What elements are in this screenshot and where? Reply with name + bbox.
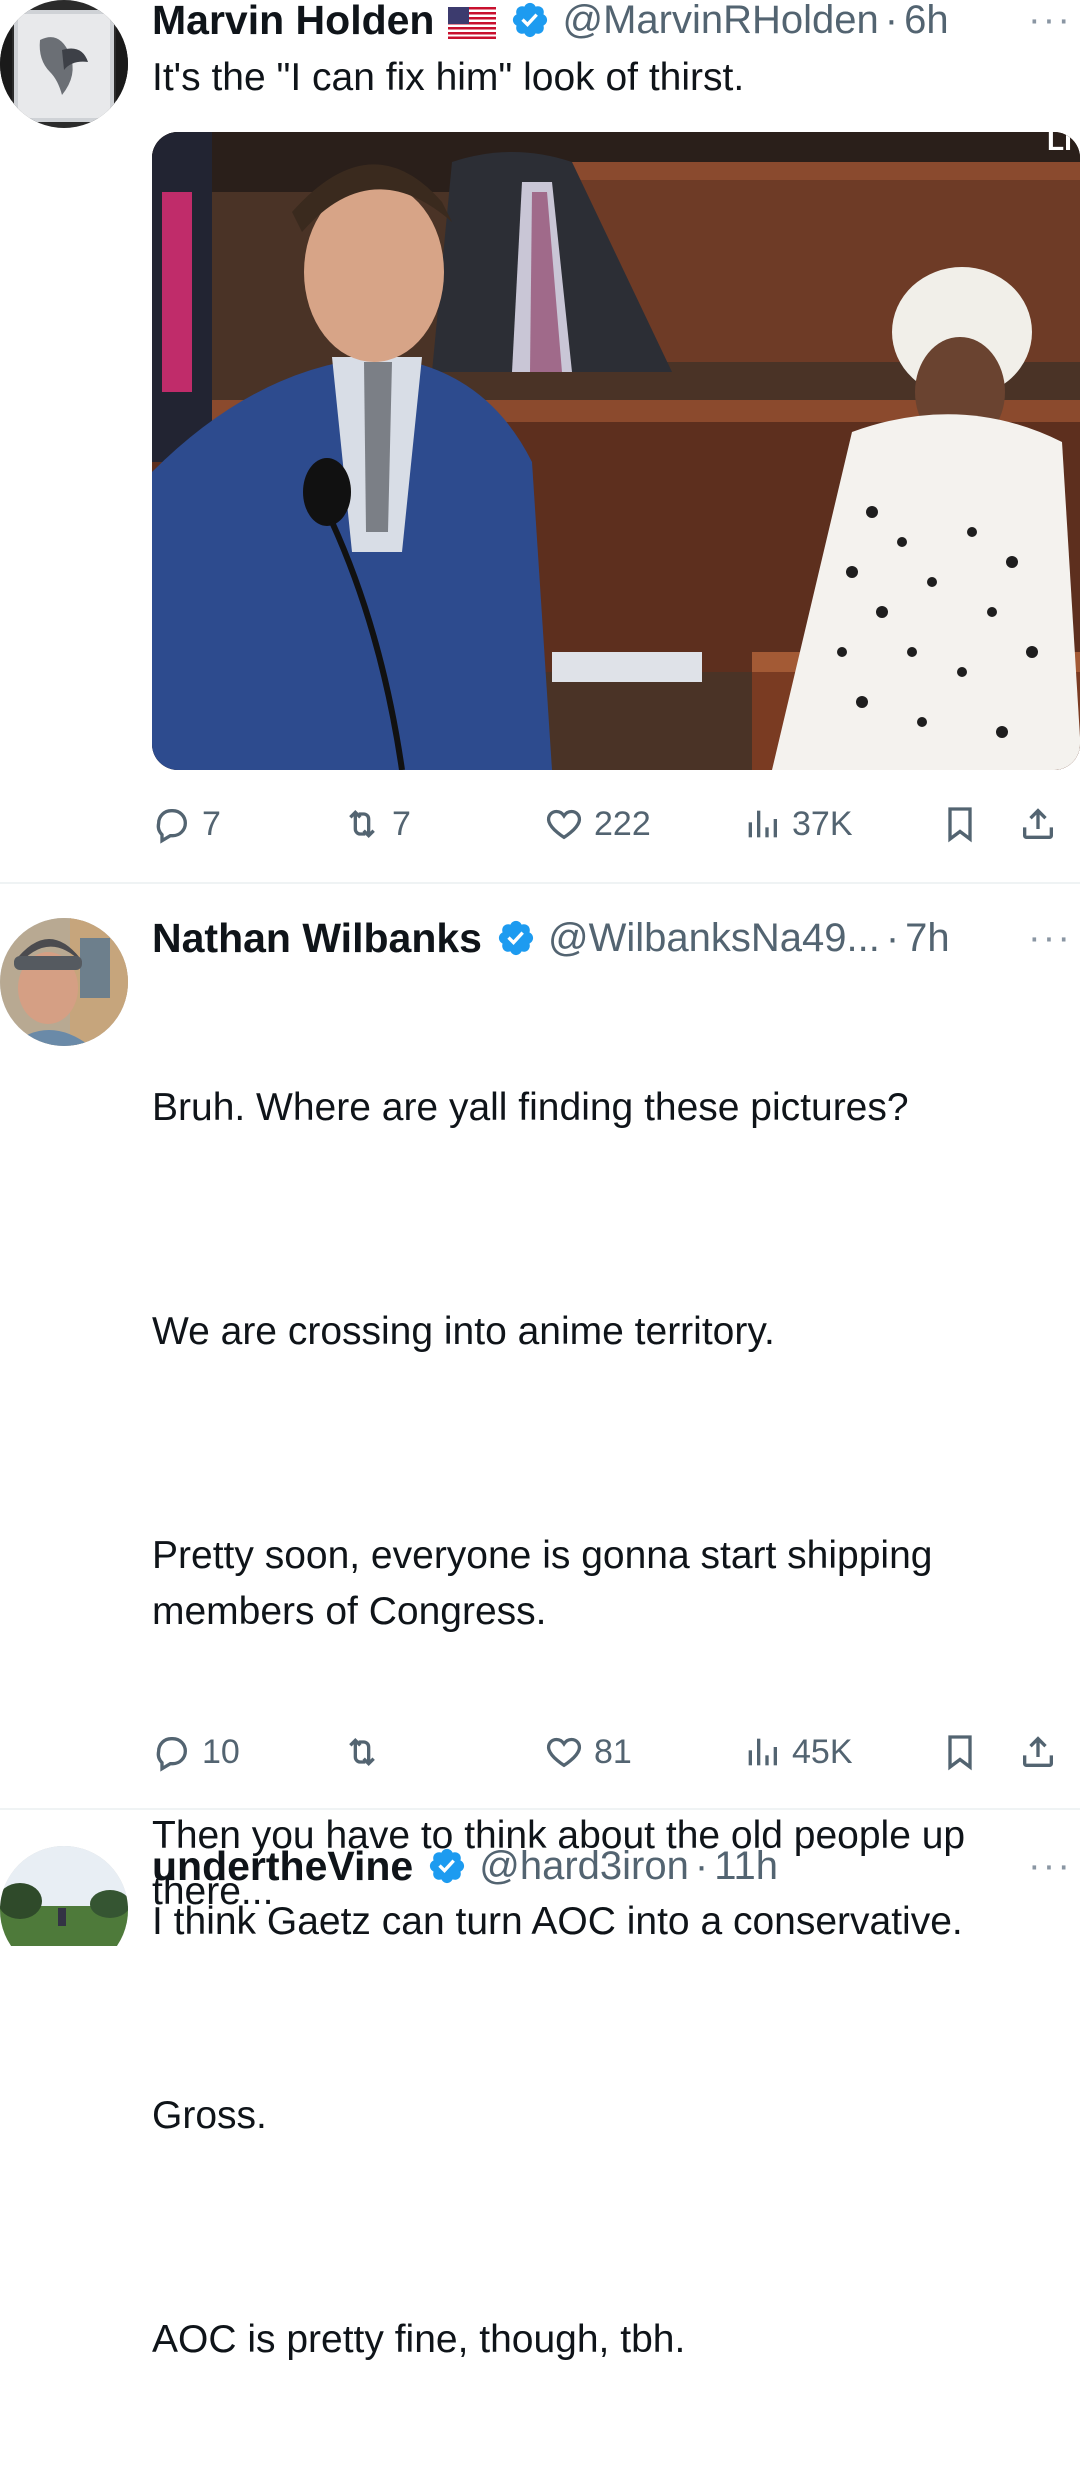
retweet-button[interactable]	[342, 1724, 392, 1780]
verified-badge-icon	[510, 0, 550, 40]
tweet-1[interactable]: Marvin Holden @MarvinRHolden · 6h ··· It…	[0, 0, 1080, 884]
view-count: 37K	[792, 804, 853, 843]
author-name[interactable]: Nathan Wilbanks	[152, 915, 482, 962]
author-name[interactable]: undertheVine	[152, 1843, 413, 1890]
tweet-paragraph: Pretty soon, everyone is gonna start shi…	[152, 1534, 944, 1633]
author-handle[interactable]: @MarvinRHolden	[562, 0, 878, 43]
tweet-paragraph: AOC is pretty fine, though, tbh.	[152, 2318, 686, 2361]
tweet-image[interactable]: LI	[152, 132, 1080, 770]
reply-count: 10	[202, 1732, 240, 1771]
separator-dot: ·	[694, 1843, 709, 1888]
tweet-header: Nathan Wilbanks @WilbanksNa49... · 7h ··…	[152, 912, 1080, 964]
views-icon	[748, 1738, 777, 1766]
separator-dot: ·	[884, 0, 899, 42]
tweet-time[interactable]: 6h	[904, 0, 949, 43]
view-count: 45K	[792, 1732, 853, 1771]
like-button[interactable]: 222	[544, 796, 651, 852]
like-icon	[546, 809, 582, 840]
author-handle[interactable]: @hard3iron	[479, 1844, 689, 1889]
tweet-header: undertheVine @hard3iron · 11h ···	[152, 1840, 1080, 1892]
house-floor-photo: LI	[152, 132, 1080, 770]
views-button[interactable]: 45K	[742, 1724, 853, 1780]
retweet-icon	[349, 1737, 375, 1767]
separator-dot: ·	[885, 915, 900, 960]
retweet-button[interactable]: 7	[342, 796, 411, 852]
reply-button[interactable]: 10	[152, 1724, 240, 1780]
tweet-actions: 7 7 222 37K	[152, 796, 1062, 852]
verified-badge-icon	[427, 1846, 467, 1886]
tweet-text: I think Gaetz can turn AOC into a conser…	[152, 1900, 963, 1943]
reply-icon	[156, 809, 188, 844]
retweet-count: 7	[392, 804, 411, 843]
avatar-underthevine[interactable]	[0, 1846, 128, 1946]
tweet-2[interactable]: Nathan Wilbanks @WilbanksNa49... · 7h ··…	[0, 884, 1080, 2361]
author-name[interactable]: Marvin Holden	[152, 0, 434, 44]
bookmark-button[interactable]	[940, 1724, 980, 1780]
like-count: 222	[594, 804, 651, 843]
avatar-nathan-wilbanks[interactable]	[0, 918, 128, 1046]
tweet-paragraph: Gross.	[152, 2094, 267, 2137]
tweet-paragraph: Bruh. Where are yall finding these pictu…	[152, 1086, 909, 1129]
tweet-time[interactable]: 7h	[905, 916, 950, 961]
reply-icon	[156, 1737, 188, 1772]
like-icon	[546, 1737, 582, 1768]
author-handle[interactable]: @WilbanksNa49...	[548, 916, 880, 961]
tweet-3[interactable]: undertheVine @hard3iron · 11h ··· I thin…	[0, 1810, 1080, 1946]
more-icon[interactable]: ···	[1028, 0, 1072, 42]
more-icon[interactable]: ···	[1028, 917, 1072, 960]
tweet-header: Marvin Holden @MarvinRHolden · 6h ···	[152, 0, 1080, 46]
avatar-marvin-holden[interactable]	[0, 0, 128, 128]
share-button[interactable]	[1018, 796, 1058, 852]
bookmark-button[interactable]	[940, 796, 980, 852]
like-count: 81	[594, 1732, 632, 1771]
tweet-time[interactable]: 11h	[714, 1844, 778, 1889]
tweet-paragraph: We are crossing into anime territory.	[152, 1310, 775, 1353]
retweet-icon	[349, 809, 375, 839]
more-icon[interactable]: ···	[1028, 1845, 1072, 1888]
bookmark-icon	[948, 1735, 972, 1771]
views-icon	[748, 810, 777, 838]
reply-count: 7	[202, 804, 221, 843]
share-icon	[1023, 1736, 1053, 1767]
share-icon	[1023, 808, 1053, 839]
views-button[interactable]: 37K	[742, 796, 853, 852]
bookmark-icon	[948, 807, 972, 843]
share-button[interactable]	[1018, 1724, 1058, 1780]
reply-button[interactable]: 7	[152, 796, 221, 852]
media-corner-text: LI	[1047, 132, 1072, 156]
verified-badge-icon	[496, 918, 536, 958]
us-flag-icon	[448, 4, 497, 39]
tweet-text: It's the "I can fix him" look of thirst.	[152, 56, 745, 99]
tweet-actions: 10 81 45K	[152, 1724, 1062, 1780]
like-button[interactable]: 81	[544, 1724, 632, 1780]
